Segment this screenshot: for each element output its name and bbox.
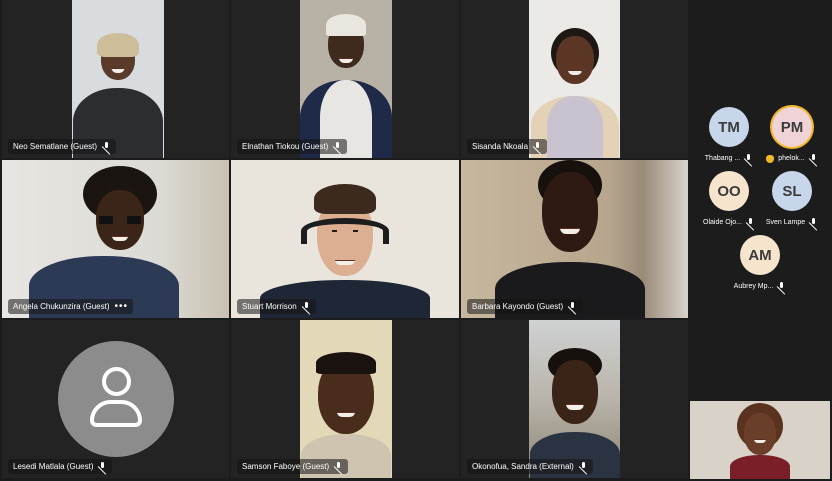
camera-feed [529, 320, 620, 478]
mic-off-icon [568, 302, 577, 311]
video-tile-lesedi[interactable]: Lesedi Matlala (Guest) [2, 320, 229, 478]
video-tile-stuart[interactable]: Stuart Morrison [231, 160, 459, 318]
attendee-name: Olaide Ojo... [703, 219, 742, 226]
attendee-label: phelok... [759, 154, 825, 163]
mic-off-icon [102, 142, 111, 151]
participant-video [529, 320, 620, 478]
mic-off-icon [98, 462, 107, 471]
participant-video [461, 160, 688, 318]
attendee-olaide[interactable]: OO Olaide Ojo... [696, 171, 762, 227]
mic-off-icon [533, 142, 542, 151]
camera-feed [72, 0, 164, 158]
mic-off-icon [333, 142, 342, 151]
participant-name: Angela Chukunzira (Guest) [13, 302, 110, 311]
participant-video [529, 0, 620, 158]
camera-feed [300, 0, 392, 158]
mic-off-icon [744, 154, 753, 163]
camera-feed [461, 160, 688, 318]
attendee-label: Thabang ... [696, 154, 762, 163]
attendee-sven[interactable]: SL Sven Lampe [759, 171, 825, 227]
mic-off-icon [746, 218, 755, 227]
video-tile-barbara[interactable]: Barbara Kayondo (Guest) [461, 160, 688, 318]
participant-video [2, 160, 229, 318]
attendee-phelok[interactable]: PM phelok... [759, 107, 825, 163]
video-tile-samson[interactable]: Samson Faboye (Guest) [231, 320, 459, 478]
mic-off-icon [579, 462, 588, 471]
attendee-name: Sven Lampe [765, 219, 806, 226]
participant-video [300, 0, 392, 158]
attendee-aubrey[interactable]: AM Aubrey Mp... [727, 235, 793, 291]
mic-off-icon [777, 282, 786, 291]
participant-name: Samson Faboye (Guest) [242, 462, 330, 471]
camera-feed [231, 160, 459, 318]
mic-off-icon [809, 218, 818, 227]
participant-name: Okonofua, Sandra (External) [472, 462, 574, 471]
participant-name-tag: Okonofua, Sandra (External) [467, 459, 593, 474]
avatar: PM [772, 107, 812, 147]
video-tile-sisanda[interactable]: Sisanda Nkoala [461, 0, 688, 158]
video-tile-elnathan[interactable]: Elnathan Tiokou (Guest) [231, 0, 459, 158]
participant-name: Lesedi Matlala (Guest) [13, 462, 94, 471]
attendee-label: Olaide Ojo... [696, 218, 762, 227]
video-tile-sandra[interactable]: Okonofua, Sandra (External) [461, 320, 688, 478]
participant-name-tag: Lesedi Matlala (Guest) [8, 459, 113, 474]
mic-off-icon [302, 302, 311, 311]
participant-name: Sisanda Nkoala [472, 142, 529, 151]
attendee-label: Aubrey Mp... [727, 282, 793, 291]
participant-video [300, 320, 392, 478]
camera-feed [300, 320, 392, 478]
attendee-thabang[interactable]: TM Thabang ... [696, 107, 762, 163]
avatar: OO [709, 171, 749, 211]
camera-feed [529, 0, 620, 158]
video-tile-neo[interactable]: Neo Sematlane (Guest) [2, 0, 229, 158]
self-view-video[interactable] [690, 401, 830, 479]
attendee-label: Sven Lampe [759, 218, 825, 227]
participant-name-tag: Samson Faboye (Guest) [237, 459, 349, 474]
person-icon [58, 341, 174, 457]
participant-name-tag: Angela Chukunzira (Guest) ••• [8, 299, 134, 314]
avatar: AM [740, 235, 780, 275]
participant-name: Barbara Kayondo (Guest) [472, 302, 564, 311]
participant-name-tag: Barbara Kayondo (Guest) [467, 299, 583, 314]
participant-video [690, 401, 830, 479]
participant-video [231, 160, 459, 318]
camera-feed [2, 160, 229, 318]
mic-off-icon [809, 154, 818, 163]
mic-off-icon [334, 462, 343, 471]
avatar: TM [709, 107, 749, 147]
participant-name: Elnathan Tiokou (Guest) [242, 142, 329, 151]
participant-name-tag: Sisanda Nkoala [467, 139, 548, 154]
participant-video [72, 0, 164, 158]
attendee-name: Thabang ... [704, 155, 741, 162]
avatar-head [102, 367, 131, 396]
avatar-shoulders [90, 400, 142, 427]
attendee-name: phelok... [778, 155, 805, 162]
participant-name: Stuart Morrison [242, 302, 297, 311]
avatar: SL [772, 171, 812, 211]
raised-hand-icon [766, 154, 775, 163]
more-options-icon[interactable]: ••• [115, 301, 129, 312]
video-tile-angela[interactable]: Angela Chukunzira (Guest) ••• [2, 160, 229, 318]
participant-name-tag: Elnathan Tiokou (Guest) [237, 139, 348, 154]
participant-name-tag: Stuart Morrison [237, 299, 316, 314]
participant-name-tag: Neo Sematlane (Guest) [8, 139, 117, 154]
participant-name: Neo Sematlane (Guest) [13, 142, 98, 151]
attendee-name: Aubrey Mp... [733, 283, 774, 290]
